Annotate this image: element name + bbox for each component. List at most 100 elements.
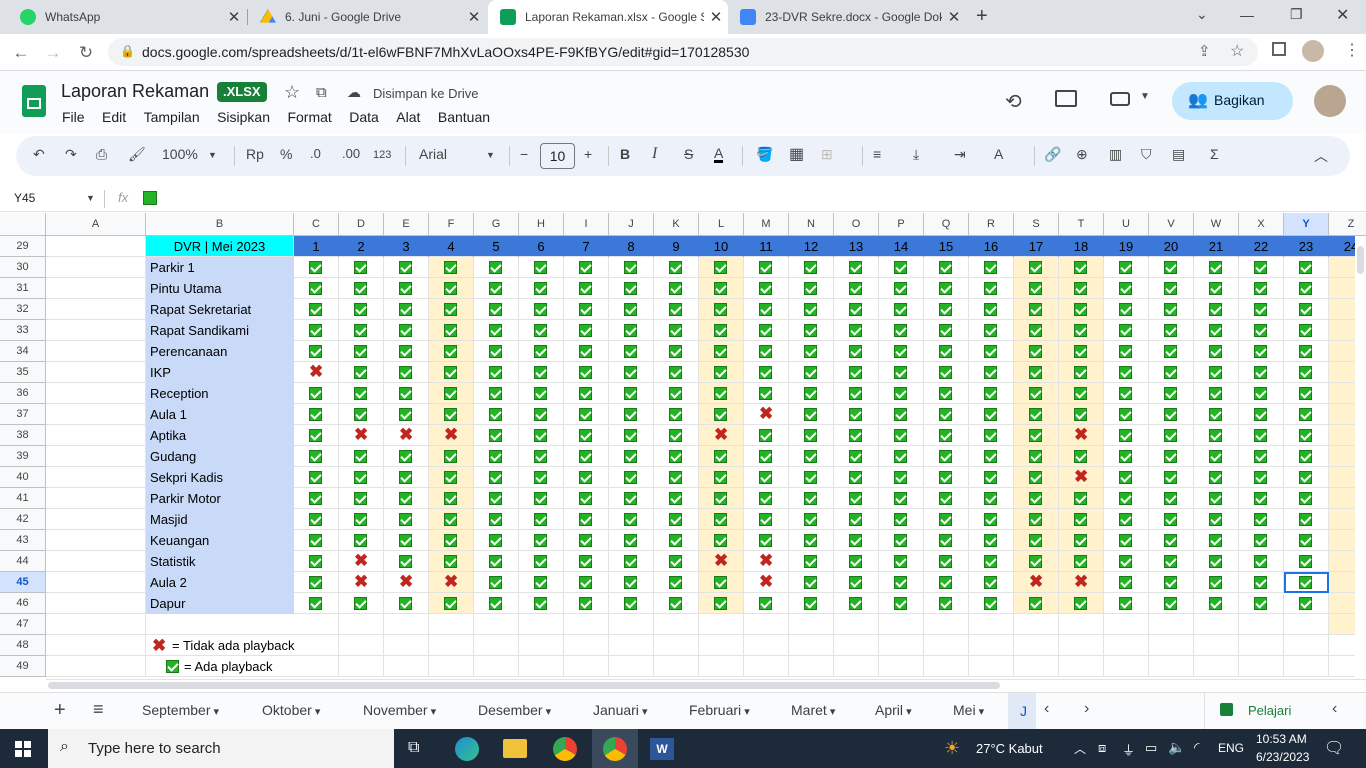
playback-checkbox[interactable] xyxy=(714,450,727,463)
weather-icon[interactable]: ☀ xyxy=(944,738,960,759)
decrease-decimal-button[interactable]: .0 xyxy=(310,146,321,161)
playback-checkbox[interactable] xyxy=(489,345,502,358)
status-cell[interactable] xyxy=(1239,551,1284,572)
restore-icon[interactable]: ❐ xyxy=(1290,6,1303,23)
playback-checkbox[interactable] xyxy=(624,597,637,610)
playback-checkbox[interactable] xyxy=(894,261,907,274)
collapse-toolbar-icon[interactable]: ︿ xyxy=(1314,146,1328,166)
playback-checkbox[interactable] xyxy=(759,324,772,337)
playback-checkbox[interactable] xyxy=(1164,576,1177,589)
status-cell[interactable] xyxy=(384,509,429,530)
playback-checkbox[interactable] xyxy=(669,429,682,442)
playback-checkbox[interactable] xyxy=(759,492,772,505)
text-rotation-icon[interactable]: A xyxy=(994,146,1003,162)
day-header-cell[interactable]: 15 xyxy=(924,236,969,257)
formula-checkbox-value[interactable] xyxy=(143,191,157,205)
playback-checkbox[interactable] xyxy=(1299,471,1312,484)
cell[interactable] xyxy=(744,656,789,677)
status-cell[interactable] xyxy=(1104,341,1149,362)
status-cell[interactable] xyxy=(789,530,834,551)
playback-checkbox[interactable] xyxy=(1119,282,1132,295)
status-cell[interactable] xyxy=(339,404,384,425)
tab-whatsapp[interactable]: WhatsApp ✕ xyxy=(8,0,246,34)
playback-checkbox[interactable] xyxy=(1299,555,1312,568)
playback-checkbox[interactable] xyxy=(534,597,547,610)
status-cell[interactable] xyxy=(654,425,699,446)
playback-checkbox[interactable] xyxy=(714,576,727,589)
taskbar-search-box[interactable]: ⌕ Type here to search xyxy=(48,729,394,768)
row-header[interactable]: 40 xyxy=(0,467,46,488)
cell[interactable] xyxy=(699,614,744,635)
font-size-input[interactable]: 10 xyxy=(540,143,575,169)
cell[interactable] xyxy=(609,614,654,635)
status-cell[interactable] xyxy=(384,278,429,299)
cell[interactable] xyxy=(46,278,146,299)
playback-checkbox[interactable] xyxy=(759,282,772,295)
playback-checkbox[interactable] xyxy=(984,408,997,421)
cell[interactable] xyxy=(1059,614,1104,635)
playback-checkbox[interactable] xyxy=(894,597,907,610)
status-cell[interactable] xyxy=(564,362,609,383)
status-cell[interactable] xyxy=(969,509,1014,530)
sheet-tab[interactable]: September ▾ xyxy=(126,702,235,718)
text-wrap-icon[interactable]: ⇥ xyxy=(954,146,966,163)
status-cell[interactable] xyxy=(1149,404,1194,425)
status-cell[interactable]: ✖ xyxy=(744,572,789,593)
status-cell[interactable] xyxy=(294,488,339,509)
playback-checkbox[interactable] xyxy=(309,513,322,526)
playback-checkbox[interactable] xyxy=(579,450,592,463)
playback-checkbox[interactable] xyxy=(579,282,592,295)
playback-checkbox[interactable] xyxy=(1254,429,1267,442)
status-cell[interactable]: ✖ xyxy=(699,425,744,446)
status-cell[interactable] xyxy=(654,593,699,614)
playback-checkbox[interactable] xyxy=(534,450,547,463)
status-cell[interactable] xyxy=(1194,299,1239,320)
status-cell[interactable] xyxy=(1149,299,1194,320)
status-cell[interactable] xyxy=(1104,446,1149,467)
status-cell[interactable] xyxy=(429,488,474,509)
camera-name-cell[interactable]: Perencanaan xyxy=(146,341,294,362)
profile-avatar[interactable] xyxy=(1302,40,1324,62)
playback-checkbox[interactable] xyxy=(984,324,997,337)
playback-checkbox[interactable] xyxy=(399,282,412,295)
playback-checkbox[interactable] xyxy=(1254,471,1267,484)
status-cell[interactable] xyxy=(1059,299,1104,320)
back-icon[interactable]: ← xyxy=(8,40,34,66)
playback-checkbox[interactable] xyxy=(1164,534,1177,547)
playback-checkbox[interactable] xyxy=(1254,597,1267,610)
cell[interactable] xyxy=(384,614,429,635)
playback-checkbox[interactable] xyxy=(399,513,412,526)
sheet-tab[interactable]: Maret ▾ xyxy=(775,702,851,718)
status-cell[interactable] xyxy=(969,488,1014,509)
status-cell[interactable]: ✖ xyxy=(744,551,789,572)
row-header[interactable]: 35 xyxy=(0,362,46,383)
playback-checkbox[interactable] xyxy=(1209,261,1222,274)
playback-checkbox[interactable] xyxy=(1299,303,1312,316)
playback-checkbox[interactable] xyxy=(1164,471,1177,484)
playback-checkbox[interactable] xyxy=(894,282,907,295)
status-cell[interactable] xyxy=(1104,383,1149,404)
playback-checkbox[interactable] xyxy=(624,492,637,505)
row-header[interactable]: 38 xyxy=(0,425,46,446)
playback-checkbox[interactable] xyxy=(669,471,682,484)
menu-data[interactable]: Data xyxy=(349,109,379,125)
status-cell[interactable] xyxy=(1104,257,1149,278)
playback-checkbox[interactable] xyxy=(759,597,772,610)
star-icon[interactable]: ☆ xyxy=(284,82,300,103)
status-cell[interactable] xyxy=(1194,425,1239,446)
status-cell[interactable] xyxy=(699,446,744,467)
status-cell[interactable] xyxy=(699,467,744,488)
playback-checkbox[interactable] xyxy=(939,513,952,526)
row-header[interactable]: 34 xyxy=(0,341,46,362)
playback-checkbox[interactable] xyxy=(1164,555,1177,568)
playback-checkbox[interactable] xyxy=(939,492,952,505)
playback-checkbox[interactable] xyxy=(1209,576,1222,589)
playback-checkbox[interactable] xyxy=(759,261,772,274)
status-cell[interactable] xyxy=(789,362,834,383)
insert-comment-icon[interactable]: ⊕ xyxy=(1076,146,1088,163)
playback-checkbox[interactable] xyxy=(1299,345,1312,358)
playback-checkbox[interactable] xyxy=(534,303,547,316)
camera-name-cell[interactable]: Parkir 1 xyxy=(146,257,294,278)
status-cell[interactable] xyxy=(294,572,339,593)
playback-checkbox[interactable] xyxy=(1119,261,1132,274)
